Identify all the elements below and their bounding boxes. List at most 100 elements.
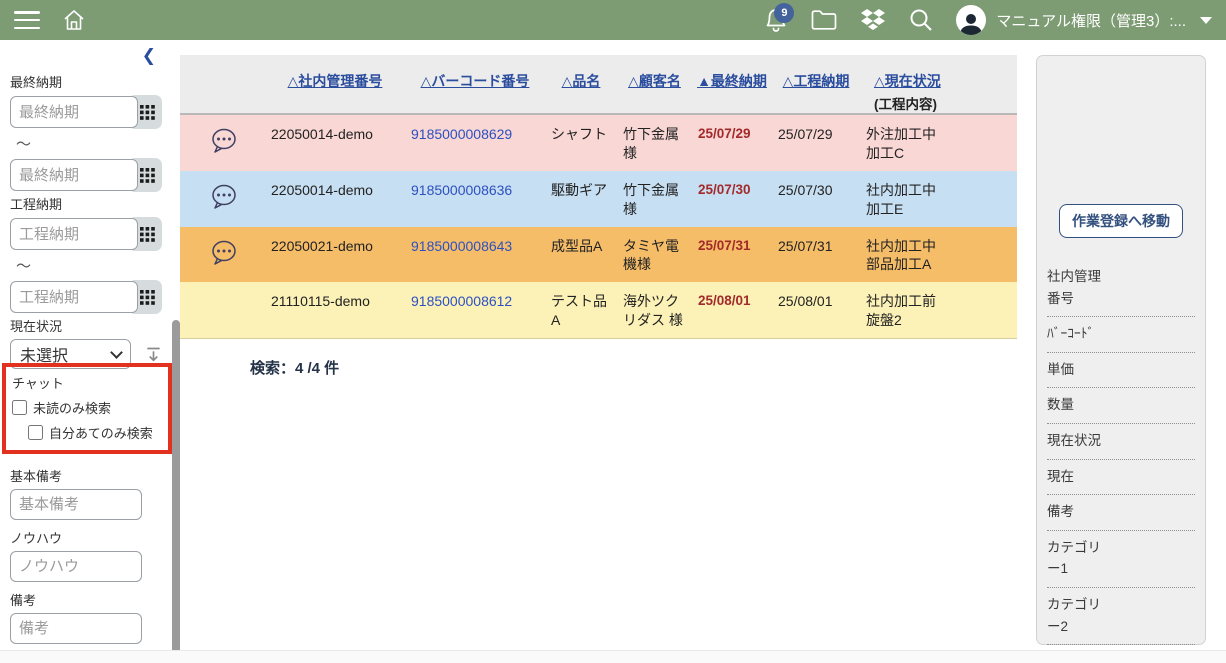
panel-field-category1: カテゴリー1 [1047,531,1195,588]
cell-saishu: 25/07/30 [692,171,772,227]
process-due-from-input[interactable] [10,218,138,250]
to-me-only-label: 自分あてのみ検索 [49,423,153,442]
panel-field-suryo: 数量 [1047,388,1195,424]
basic-note-label: 基本備考 [10,466,162,485]
orders-table: △社内管理番号 △バーコード番号 △品名 △顧客名 ▲最終納期 △工程納期 △現… [180,55,1017,339]
sidebar-scrollbar[interactable] [172,320,180,661]
to-me-only-checkbox[interactable] [28,425,43,440]
cell-kotei: 25/07/30 [772,171,860,227]
sort-header-kanri[interactable]: △社内管理番号 [265,55,405,114]
table-row[interactable]: 22050014-demo 9185000008636 駆動ギア 竹下金属様 2… [180,171,1017,227]
final-due-to-input[interactable] [10,159,138,191]
panel-field-genzai: 現在 [1047,460,1195,496]
cell-kotei: 25/07/29 [772,114,860,171]
result-count: 検索：4 /4 件 [250,357,1017,378]
barcode-link[interactable]: 9185000008629 [411,126,512,142]
table-row[interactable]: 22050014-demo 9185000008629 シャフト 竹下金属様 2… [180,114,1017,171]
horizontal-scrollbar-track[interactable] [0,650,1226,663]
search-filter-sidebar: ❮ 最終納期 ～ 工程納期 ～ 現在状況 未選択 [0,40,180,663]
note-label: 備考 [10,590,162,609]
sort-header-saishu[interactable]: ▲最終納期 [692,55,772,114]
page-content: ❮ 最終納期 ～ 工程納期 ～ 現在状況 未選択 [0,40,1226,663]
cell-kokyaku: タミヤ電機様 [617,227,692,283]
barcode-link[interactable]: 9185000008636 [411,182,512,198]
panel-field-tanka: 単価 [1047,353,1195,389]
range-separator: ～ [10,131,162,158]
hamburger-menu-icon[interactable] [14,11,40,29]
dropbox-icon[interactable] [860,8,886,32]
sort-header-kotei[interactable]: △工程納期 [772,55,860,114]
process-due-to-input[interactable] [10,281,138,313]
cell-kanri: 22050014-demo [265,171,405,227]
cell-saishu: 25/08/01 [692,282,772,338]
caret-down-icon[interactable] [1200,17,1212,24]
status-sub-header: (工程内容) [874,93,1017,113]
cell-kanri: 22050014-demo [265,114,405,171]
chat-bubble-icon[interactable] [208,183,238,211]
knowhow-label: ノウハウ [10,528,162,547]
cell-status: 社内加工中部品加工A [860,227,1017,283]
cell-hinmei: 成型品A [545,227,617,283]
cell-kanri: 21110115-demo [265,282,405,338]
user-avatar[interactable] [956,5,986,35]
cell-status: 外注加工中加工C [860,114,1017,171]
notifications-bell-icon[interactable]: 9 [764,7,788,33]
cell-kokyaku: 竹下金属様 [617,114,692,171]
final-due-from-input[interactable] [10,96,138,128]
home-icon[interactable] [62,8,86,32]
chat-filter-highlight-box: チャット 未読のみ検索 自分あてのみ検索 [2,363,172,454]
app-header: 9 マニュアル権限（管理3）:... [0,0,1226,40]
chat-section-label: チャット [12,373,164,392]
table-header-row: △社内管理番号 △バーコード番号 △品名 △顧客名 ▲最終納期 △工程納期 △現… [180,55,1017,114]
cell-status: 社内加工中加工E [860,171,1017,227]
move-to-work-registration-button[interactable]: 作業登録へ移動 [1059,204,1183,238]
range-separator: ～ [10,253,162,280]
panel-field-category2: カテゴリー2 [1047,588,1195,645]
unread-only-label: 未読のみ検索 [33,398,111,417]
search-icon[interactable] [908,7,934,33]
barcode-link[interactable]: 9185000008643 [411,238,512,254]
chat-bubble-icon[interactable] [208,239,238,267]
cell-kokyaku: 竹下金属様 [617,171,692,227]
user-role-label[interactable]: マニュアル権限（管理3）:... [996,10,1186,31]
cell-status: 社内加工前旋盤2 [860,282,1017,338]
folder-icon[interactable] [810,8,838,32]
sidebar-collapse-chevron-icon[interactable]: ❮ [10,46,162,70]
sort-header-status[interactable]: △現在状況(工程内容) [860,55,1017,114]
cell-kotei: 25/07/31 [772,227,860,283]
panel-field-barcode: ﾊﾞｰｺｰﾄﾞ [1047,317,1195,353]
download-to-icon[interactable] [145,346,162,363]
barcode-link[interactable]: 9185000008612 [411,293,512,309]
results-area: △社内管理番号 △バーコード番号 △品名 △顧客名 ▲最終納期 △工程納期 △現… [180,40,1017,663]
cell-saishu: 25/07/29 [692,114,772,171]
table-row[interactable]: 22050021-demo 9185000008643 成型品A タミヤ電機様 … [180,227,1017,283]
cell-hinmei: 駆動ギア [545,171,617,227]
unread-only-checkbox-row[interactable]: 未読のみ検索 [12,398,164,417]
status-label: 現在状況 [10,316,162,335]
cell-kanri: 22050021-demo [265,227,405,283]
cell-hinmei: シャフト [545,114,617,171]
process-due-label: 工程納期 [10,194,162,213]
sort-header-barcode[interactable]: △バーコード番号 [405,55,545,114]
panel-field-kanri: 社内管理番号 [1047,260,1195,317]
detail-side-panel: 作業登録へ移動 社内管理番号 ﾊﾞｰｺｰﾄﾞ 単価 数量 現在状況 現在 備考 … [1036,55,1206,645]
knowhow-input[interactable] [10,551,142,582]
chevron-down-icon [110,346,123,359]
cell-hinmei: テスト品A [545,282,617,338]
notification-count-badge: 9 [774,3,794,23]
table-row[interactable]: 21110115-demo 9185000008612 テスト品A 海外ツクリダ… [180,282,1017,338]
to-me-only-checkbox-row[interactable]: 自分あてのみ検索 [28,423,164,442]
cell-saishu: 25/07/31 [692,227,772,283]
basic-note-input[interactable] [10,489,142,520]
panel-field-biko: 備考 [1047,495,1195,531]
cell-kotei: 25/08/01 [772,282,860,338]
sort-header-kokyaku[interactable]: △顧客名 [617,55,692,114]
final-due-label: 最終納期 [10,72,162,91]
panel-field-status: 現在状況 [1047,424,1195,460]
unread-only-checkbox[interactable] [12,400,27,415]
cell-kokyaku: 海外ツクリダス 様 [617,282,692,338]
chat-column-header [180,55,265,114]
chat-bubble-icon[interactable] [208,127,238,155]
note-input[interactable] [10,613,142,644]
sort-header-hinmei[interactable]: △品名 [545,55,617,114]
